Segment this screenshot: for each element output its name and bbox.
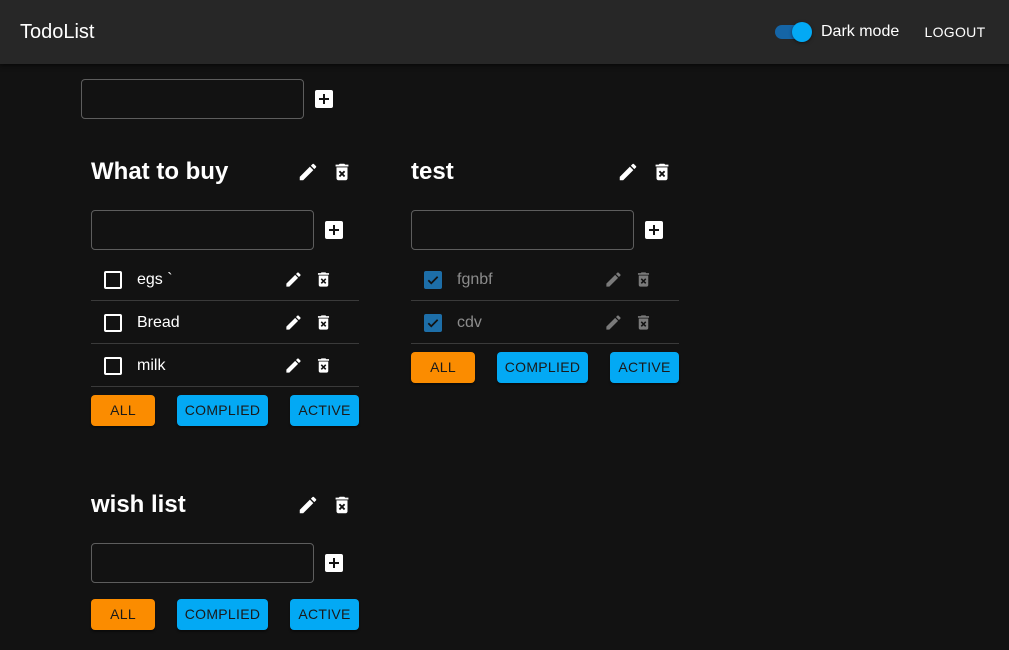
delete-list-button[interactable]	[330, 160, 354, 184]
add-task-button[interactable]	[642, 218, 666, 242]
delete-forever-icon	[317, 357, 329, 373]
task-item: egs `	[91, 258, 359, 301]
delete-forever-icon	[655, 163, 669, 181]
add-box-icon	[325, 554, 343, 572]
task-checkbox[interactable]	[104, 357, 122, 375]
list-title: wish list	[91, 491, 186, 518]
logout-button[interactable]: LOGOUT	[917, 17, 993, 47]
filter-all-button[interactable]: ALL	[91, 395, 155, 426]
task-text: egs `	[137, 271, 173, 288]
edit-list-button[interactable]	[296, 160, 320, 184]
edit-list-button[interactable]	[616, 160, 640, 184]
task-checkbox[interactable]	[104, 271, 122, 289]
new-task-input[interactable]	[91, 210, 314, 250]
add-box-icon	[645, 221, 663, 239]
task-checkbox[interactable]	[104, 314, 122, 332]
dark-mode-switch[interactable]	[775, 22, 813, 42]
pencil-icon	[285, 357, 301, 373]
delete-list-button[interactable]	[330, 493, 354, 517]
task-checkbox[interactable]	[424, 314, 442, 332]
app-title: TodoList	[20, 21, 95, 43]
pencil-icon	[299, 163, 317, 181]
delete-task-button[interactable]	[311, 353, 335, 377]
task-text: milk	[137, 357, 166, 374]
edit-task-button[interactable]	[281, 353, 305, 377]
delete-task-button[interactable]	[311, 310, 335, 334]
add-task-button[interactable]	[322, 218, 346, 242]
task-text: cdv	[457, 314, 482, 331]
task-text: fgnbf	[457, 271, 493, 288]
add-list-button[interactable]	[312, 87, 336, 111]
task-item: milk	[91, 344, 359, 387]
switch-thumb[interactable]	[792, 22, 812, 42]
edit-task-button[interactable]	[601, 267, 625, 291]
delete-forever-icon	[317, 314, 329, 330]
task-item: Bread	[91, 301, 359, 344]
delete-task-button[interactable]	[631, 310, 655, 334]
pencil-icon	[605, 271, 621, 287]
delete-task-button[interactable]	[631, 267, 655, 291]
pencil-icon	[285, 314, 301, 330]
check-icon	[427, 319, 439, 328]
pencil-icon	[605, 314, 621, 330]
filter-complied-button[interactable]: COMPLIED	[177, 395, 268, 426]
filter-complied-button[interactable]: COMPLIED	[497, 352, 588, 383]
add-task-button[interactable]	[322, 551, 346, 575]
add-box-icon	[325, 221, 343, 239]
task-checkbox[interactable]	[424, 271, 442, 289]
delete-forever-icon	[637, 271, 649, 287]
filter-complied-button[interactable]: COMPLIED	[177, 599, 268, 630]
pencil-icon	[619, 163, 637, 181]
add-box-icon	[315, 90, 333, 108]
check-icon	[427, 276, 439, 285]
edit-task-button[interactable]	[601, 310, 625, 334]
dark-mode-label: Dark mode	[821, 23, 900, 40]
filter-active-button[interactable]: ACTIVE	[610, 352, 679, 383]
delete-list-button[interactable]	[650, 160, 674, 184]
filter-all-button[interactable]: ALL	[91, 599, 155, 630]
delete-forever-icon	[637, 314, 649, 330]
new-list-input[interactable]	[81, 79, 304, 119]
filter-all-button[interactable]: ALL	[411, 352, 475, 383]
pencil-icon	[285, 271, 301, 287]
delete-forever-icon	[335, 496, 349, 514]
new-task-input[interactable]	[91, 543, 314, 583]
list-title: test	[411, 158, 454, 185]
task-item: cdv	[411, 301, 679, 344]
task-text: Bread	[137, 314, 180, 331]
filter-active-button[interactable]: ACTIVE	[290, 395, 359, 426]
filter-active-button[interactable]: ACTIVE	[290, 599, 359, 630]
list-title: What to buy	[91, 158, 229, 185]
app-bar: TodoList Dark mode LOGOUT	[0, 0, 1009, 64]
pencil-icon	[299, 496, 317, 514]
delete-forever-icon	[335, 163, 349, 181]
edit-task-button[interactable]	[281, 310, 305, 334]
edit-list-button[interactable]	[296, 493, 320, 517]
new-task-input[interactable]	[411, 210, 634, 250]
edit-task-button[interactable]	[281, 267, 305, 291]
delete-task-button[interactable]	[311, 267, 335, 291]
delete-forever-icon	[317, 271, 329, 287]
task-item: fgnbf	[411, 258, 679, 301]
